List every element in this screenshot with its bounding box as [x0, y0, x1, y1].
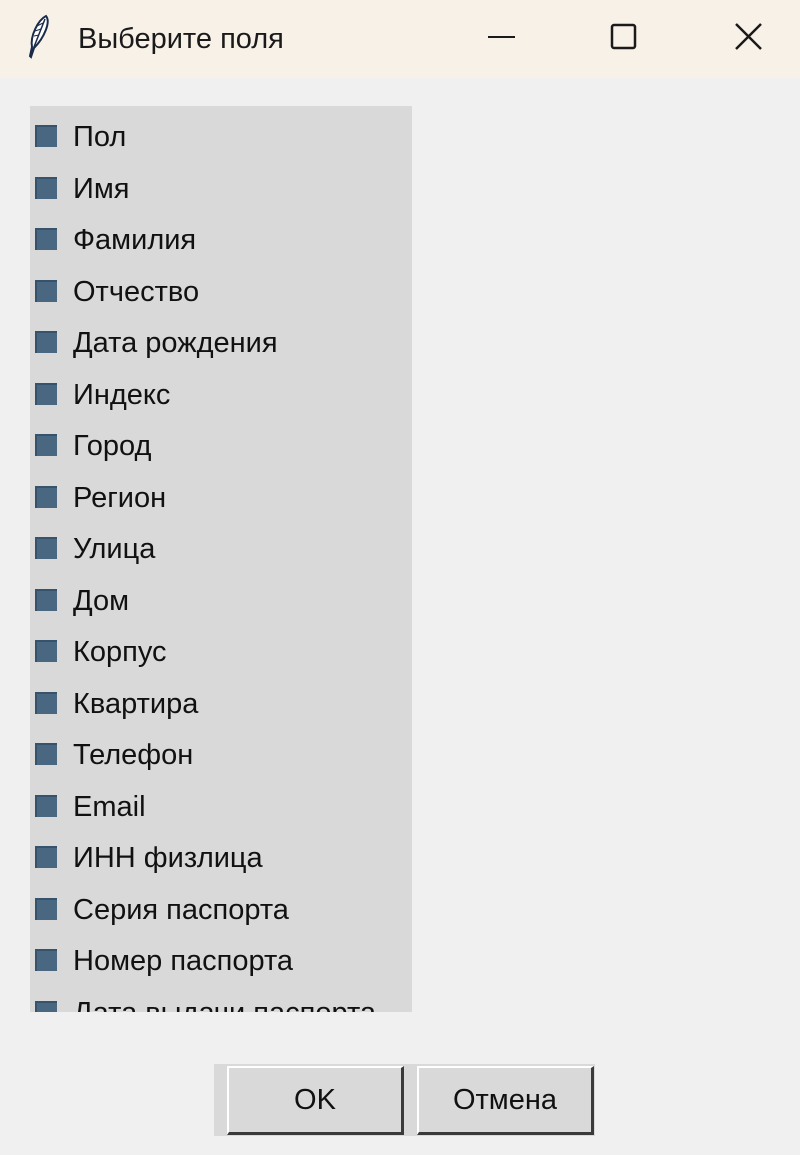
field-checkbox-item[interactable]: Квартира	[30, 678, 412, 730]
checkbox-indicator[interactable]	[35, 537, 57, 559]
window-title: Выберите поля	[78, 23, 284, 55]
maximize-icon	[610, 23, 637, 50]
ok-button[interactable]: OK	[227, 1066, 404, 1135]
checkbox-label: Номер паспорта	[73, 945, 294, 977]
checkbox-label: Корпус	[73, 636, 167, 668]
checkbox-label: Индекс	[73, 378, 171, 411]
field-checkbox-item[interactable]: Дата рождения	[30, 317, 412, 369]
field-checkbox-item[interactable]: Имя	[30, 163, 412, 215]
checkbox-indicator[interactable]	[35, 331, 57, 353]
close-icon	[735, 23, 762, 50]
checkbox-indicator[interactable]	[35, 485, 57, 508]
checkbox-indicator[interactable]	[35, 382, 57, 405]
checkbox-indicator[interactable]	[35, 125, 57, 147]
dialog-window: Выберите поля Пол Имя Фамилия Отчество Дата …	[0, 0, 800, 1155]
checkbox-indicator[interactable]	[35, 588, 57, 611]
field-checkbox-item[interactable]: Город	[30, 420, 412, 472]
checkbox-indicator[interactable]	[35, 228, 57, 250]
checkbox-label: Email	[73, 790, 146, 823]
feather-icon	[26, 14, 52, 60]
checkbox-label: Фамилия	[73, 224, 197, 256]
field-checkbox-item[interactable]: Отчество	[30, 266, 412, 318]
minimize-icon	[488, 36, 515, 38]
checkbox-label: ИНН физлица	[73, 842, 263, 874]
field-checkbox-item[interactable]: Номер паспорта	[30, 935, 412, 987]
checkbox-label: Телефон	[73, 739, 194, 771]
field-checklist: Пол Имя Фамилия Отчество Дата рождения Индекс…	[30, 106, 412, 1012]
checkbox-indicator[interactable]	[35, 691, 57, 714]
checkbox-label: Регион	[73, 481, 167, 514]
checkbox-label: Дата рождения	[73, 327, 278, 359]
checkbox-indicator[interactable]	[35, 1000, 57, 1012]
field-checkbox-item[interactable]: Дата выдачи паспорта	[30, 987, 412, 1013]
checkbox-label: Серия паспорта	[73, 893, 289, 926]
checkbox-label: Дата выдачи паспорта	[73, 995, 376, 1013]
field-checkbox-item[interactable]: Регион	[30, 472, 412, 524]
title-bar[interactable]: Выберите поля	[0, 0, 800, 78]
field-checkbox-item[interactable]: Телефон	[30, 729, 412, 781]
checkbox-indicator[interactable]	[35, 279, 57, 302]
cancel-button[interactable]: Отмена	[417, 1066, 594, 1135]
checkbox-label: Улица	[73, 533, 156, 565]
checkbox-label: Отчество	[73, 275, 200, 308]
checkbox-label: Пол	[73, 121, 127, 153]
checkbox-label: Дом	[73, 584, 130, 617]
maximize-button[interactable]	[563, 0, 683, 78]
checkbox-indicator[interactable]	[35, 897, 57, 920]
field-checkbox-item[interactable]: Корпус	[30, 626, 412, 678]
field-checkbox-item[interactable]: Фамилия	[30, 214, 412, 266]
checkbox-indicator[interactable]	[35, 846, 57, 868]
checkbox-indicator[interactable]	[35, 176, 57, 199]
field-checkbox-item[interactable]: Серия паспорта	[30, 884, 412, 936]
close-button[interactable]	[686, 0, 800, 78]
field-checkbox-item[interactable]: ИНН физлица	[30, 832, 412, 884]
checkbox-label: Город	[73, 430, 152, 462]
field-checkbox-item[interactable]: Пол	[30, 111, 412, 163]
checkbox-indicator[interactable]	[35, 434, 57, 456]
checkbox-label: Квартира	[73, 687, 199, 720]
field-checkbox-item[interactable]: Индекс	[30, 369, 412, 421]
field-checkbox-item[interactable]: Дом	[30, 575, 412, 627]
field-checkbox-item[interactable]: Email	[30, 781, 412, 833]
checkbox-indicator[interactable]	[35, 743, 57, 765]
checkbox-label: Имя	[73, 172, 130, 205]
checkbox-indicator[interactable]	[35, 794, 57, 817]
field-checkbox-item[interactable]: Улица	[30, 523, 412, 575]
checkbox-indicator[interactable]	[35, 949, 57, 971]
minimize-button[interactable]	[440, 0, 560, 78]
button-bar: OK Отмена	[214, 1064, 595, 1136]
checkbox-indicator[interactable]	[35, 640, 57, 662]
